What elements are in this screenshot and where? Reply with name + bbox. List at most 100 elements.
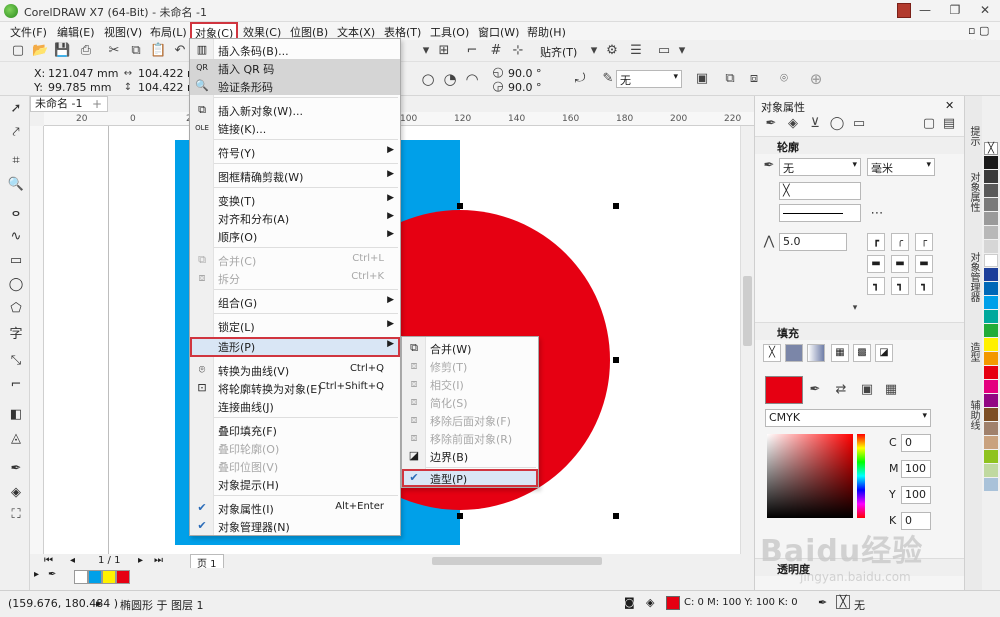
menu-item-overprint-bitmap[interactable]: 叠印位图(V) (190, 457, 400, 475)
menu-file[interactable]: 文件(F) (10, 24, 47, 40)
pick-tool-icon[interactable]: ➚ (7, 100, 25, 118)
cyan-field[interactable]: 0 (901, 434, 931, 452)
rulers-icon[interactable]: ⌐ (464, 43, 480, 59)
eyedropper-icon[interactable]: ✒ (48, 569, 56, 580)
magenta-field[interactable]: 100 (901, 460, 931, 478)
minimize-button[interactable]: — (910, 0, 940, 22)
color-palettes-icon[interactable]: ▦ (883, 382, 899, 398)
outline-unit-select[interactable]: 毫米 ▾ (867, 158, 935, 176)
summary-tab-icon[interactable]: ▭ (851, 116, 867, 132)
menu-item-object-manager[interactable]: ✔ 对象管理器(N) (190, 517, 400, 535)
launcher-arrow-icon[interactable]: ▾ (674, 43, 690, 59)
scrollbar-thumb[interactable] (432, 557, 602, 565)
tab-object-properties[interactable]: 对象属性 (967, 172, 981, 212)
color-swatch[interactable] (984, 184, 998, 197)
menu-view[interactable]: 视图(V) (104, 24, 142, 40)
menu-item-lock[interactable]: 锁定(L) ▶ (190, 317, 400, 335)
color-swatch[interactable] (984, 422, 998, 435)
menu-item-group[interactable]: 组合(G) ▶ (190, 293, 400, 311)
shape-tool-icon[interactable]: ⤤ (7, 124, 25, 142)
menu-item-intersect[interactable]: ⧈ 相交(I) (402, 375, 538, 393)
connector-tool-icon[interactable]: ⌐ (7, 376, 25, 394)
color-swatch[interactable] (984, 352, 998, 365)
expand-arrow-icon[interactable]: ▾ (847, 300, 863, 316)
line-style-select[interactable] (779, 204, 861, 222)
color-swatch[interactable] (984, 450, 998, 463)
menu-item-insert-new-object[interactable]: ⧉ 插入新对象(W)... (190, 101, 400, 119)
color-swatch[interactable] (984, 268, 998, 281)
outline-width-select[interactable]: 无 ▾ (616, 70, 682, 88)
horizontal-scrollbar[interactable] (400, 554, 754, 568)
color-swatch[interactable] (984, 170, 998, 183)
snap-to-label[interactable]: 贴齐(T) (540, 44, 577, 60)
to-back-icon[interactable]: ⧈ (746, 71, 762, 87)
zoom-dropdown-arrow-icon[interactable]: ▾ (418, 43, 434, 59)
color-swatch[interactable] (984, 156, 998, 169)
menu-item-convert-to-curves[interactable]: ⌾ 转换为曲线(V) Ctrl+Q (190, 361, 400, 379)
new-tab-icon[interactable]: + (92, 97, 102, 111)
status-arrow-icon[interactable]: ▸ (96, 597, 102, 610)
fill-tab-icon[interactable]: ◈ (785, 116, 801, 132)
cap-butt-button[interactable]: ▬ (867, 255, 885, 273)
menu-tools[interactable]: 工具(O) (430, 24, 469, 40)
menu-item-overprint-fill[interactable]: 叠印填充(F) (190, 421, 400, 439)
color-swatch[interactable] (984, 254, 998, 267)
color-swatch[interactable] (984, 408, 998, 421)
eyedropper-icon[interactable]: ✒ (807, 382, 823, 398)
guidelines-icon[interactable]: ⊹ (510, 43, 526, 59)
menu-item-trim[interactable]: ⧈ 修剪(T) (402, 357, 538, 375)
tab-object-manager[interactable]: 对象管理器 (967, 252, 981, 302)
hue-slider[interactable] (857, 434, 865, 518)
menu-item-object-properties[interactable]: ✔ 对象属性(I) Alt+Enter (190, 499, 400, 517)
first-page-icon[interactable]: ⏮ (44, 555, 53, 566)
uniform-fill-button[interactable] (785, 344, 803, 362)
postscript-fill-button[interactable]: ◪ (875, 344, 893, 362)
position-inside-button[interactable]: ┓ (915, 277, 933, 295)
menu-item-break-apart[interactable]: ⧈ 拆分 Ctrl+K (190, 269, 400, 287)
menu-help[interactable]: 帮助(H) (527, 24, 566, 40)
y-position-field[interactable]: 99.785 mm (48, 81, 111, 94)
fill-color-preview[interactable] (765, 376, 803, 404)
color-swatch[interactable] (984, 478, 998, 491)
prev-page-icon[interactable]: ◂ (70, 555, 75, 566)
vertical-ruler[interactable] (30, 126, 44, 554)
tab-guidelines[interactable]: 辅助线 (967, 400, 981, 430)
texture-fill-button[interactable]: ▩ (853, 344, 871, 362)
color-swatch-red[interactable] (116, 570, 130, 584)
panel-close-icon[interactable]: ✕ (945, 99, 954, 112)
ellipse-tab-icon[interactable]: ◯ (829, 116, 845, 132)
menu-layout[interactable]: 布局(L) (150, 24, 187, 40)
color-swatch[interactable] (984, 212, 998, 225)
open-folder-icon[interactable]: 📂 (32, 43, 48, 59)
menu-edit[interactable]: 编辑(E) (57, 24, 95, 40)
wrap-text-icon[interactable]: ▣ (694, 71, 710, 87)
color-swatch[interactable] (984, 338, 998, 351)
position-outside-button[interactable]: ┓ (867, 277, 885, 295)
color-swatch[interactable] (984, 436, 998, 449)
menu-window[interactable]: 窗口(W) (478, 24, 519, 40)
copy-icon[interactable]: ⧉ (128, 43, 144, 59)
convert-to-curves-icon[interactable]: ⌾ (776, 71, 792, 87)
tab-shaping[interactable]: 造型 (967, 342, 981, 362)
menu-item-front-minus-back[interactable]: ⧈ 移除前面对象(R) (402, 429, 538, 447)
color-swatch[interactable] (984, 394, 998, 407)
snap-dropdown-icon[interactable]: ▾ (586, 43, 602, 59)
undo-icon[interactable]: ↶ (172, 43, 188, 59)
close-button[interactable]: ✕ (970, 0, 1000, 22)
color-swatch[interactable] (984, 226, 998, 239)
menu-item-join-curves[interactable]: 连接曲线(J) (190, 397, 400, 415)
artistic-media-icon[interactable]: ∿ (7, 228, 25, 246)
full-screen-icon[interactable]: ⊞ (436, 43, 452, 59)
new-document-icon[interactable]: ▢ (10, 43, 26, 59)
color-picker-area[interactable] (767, 434, 853, 518)
no-color-swatch[interactable]: ╳ (984, 142, 998, 155)
corner-miter-button[interactable]: ┏ (867, 233, 885, 251)
color-swatch[interactable] (984, 198, 998, 211)
arc-mode-icon[interactable]: ◠ (464, 71, 480, 87)
grid-icon[interactable]: # (488, 43, 504, 59)
corner-round-button[interactable]: ╭ (891, 233, 909, 251)
save-icon[interactable]: 💾 (54, 43, 70, 59)
color-swatch[interactable] (984, 296, 998, 309)
yellow-field[interactable]: 100 (901, 486, 931, 504)
position-center-button[interactable]: ┓ (891, 277, 909, 295)
